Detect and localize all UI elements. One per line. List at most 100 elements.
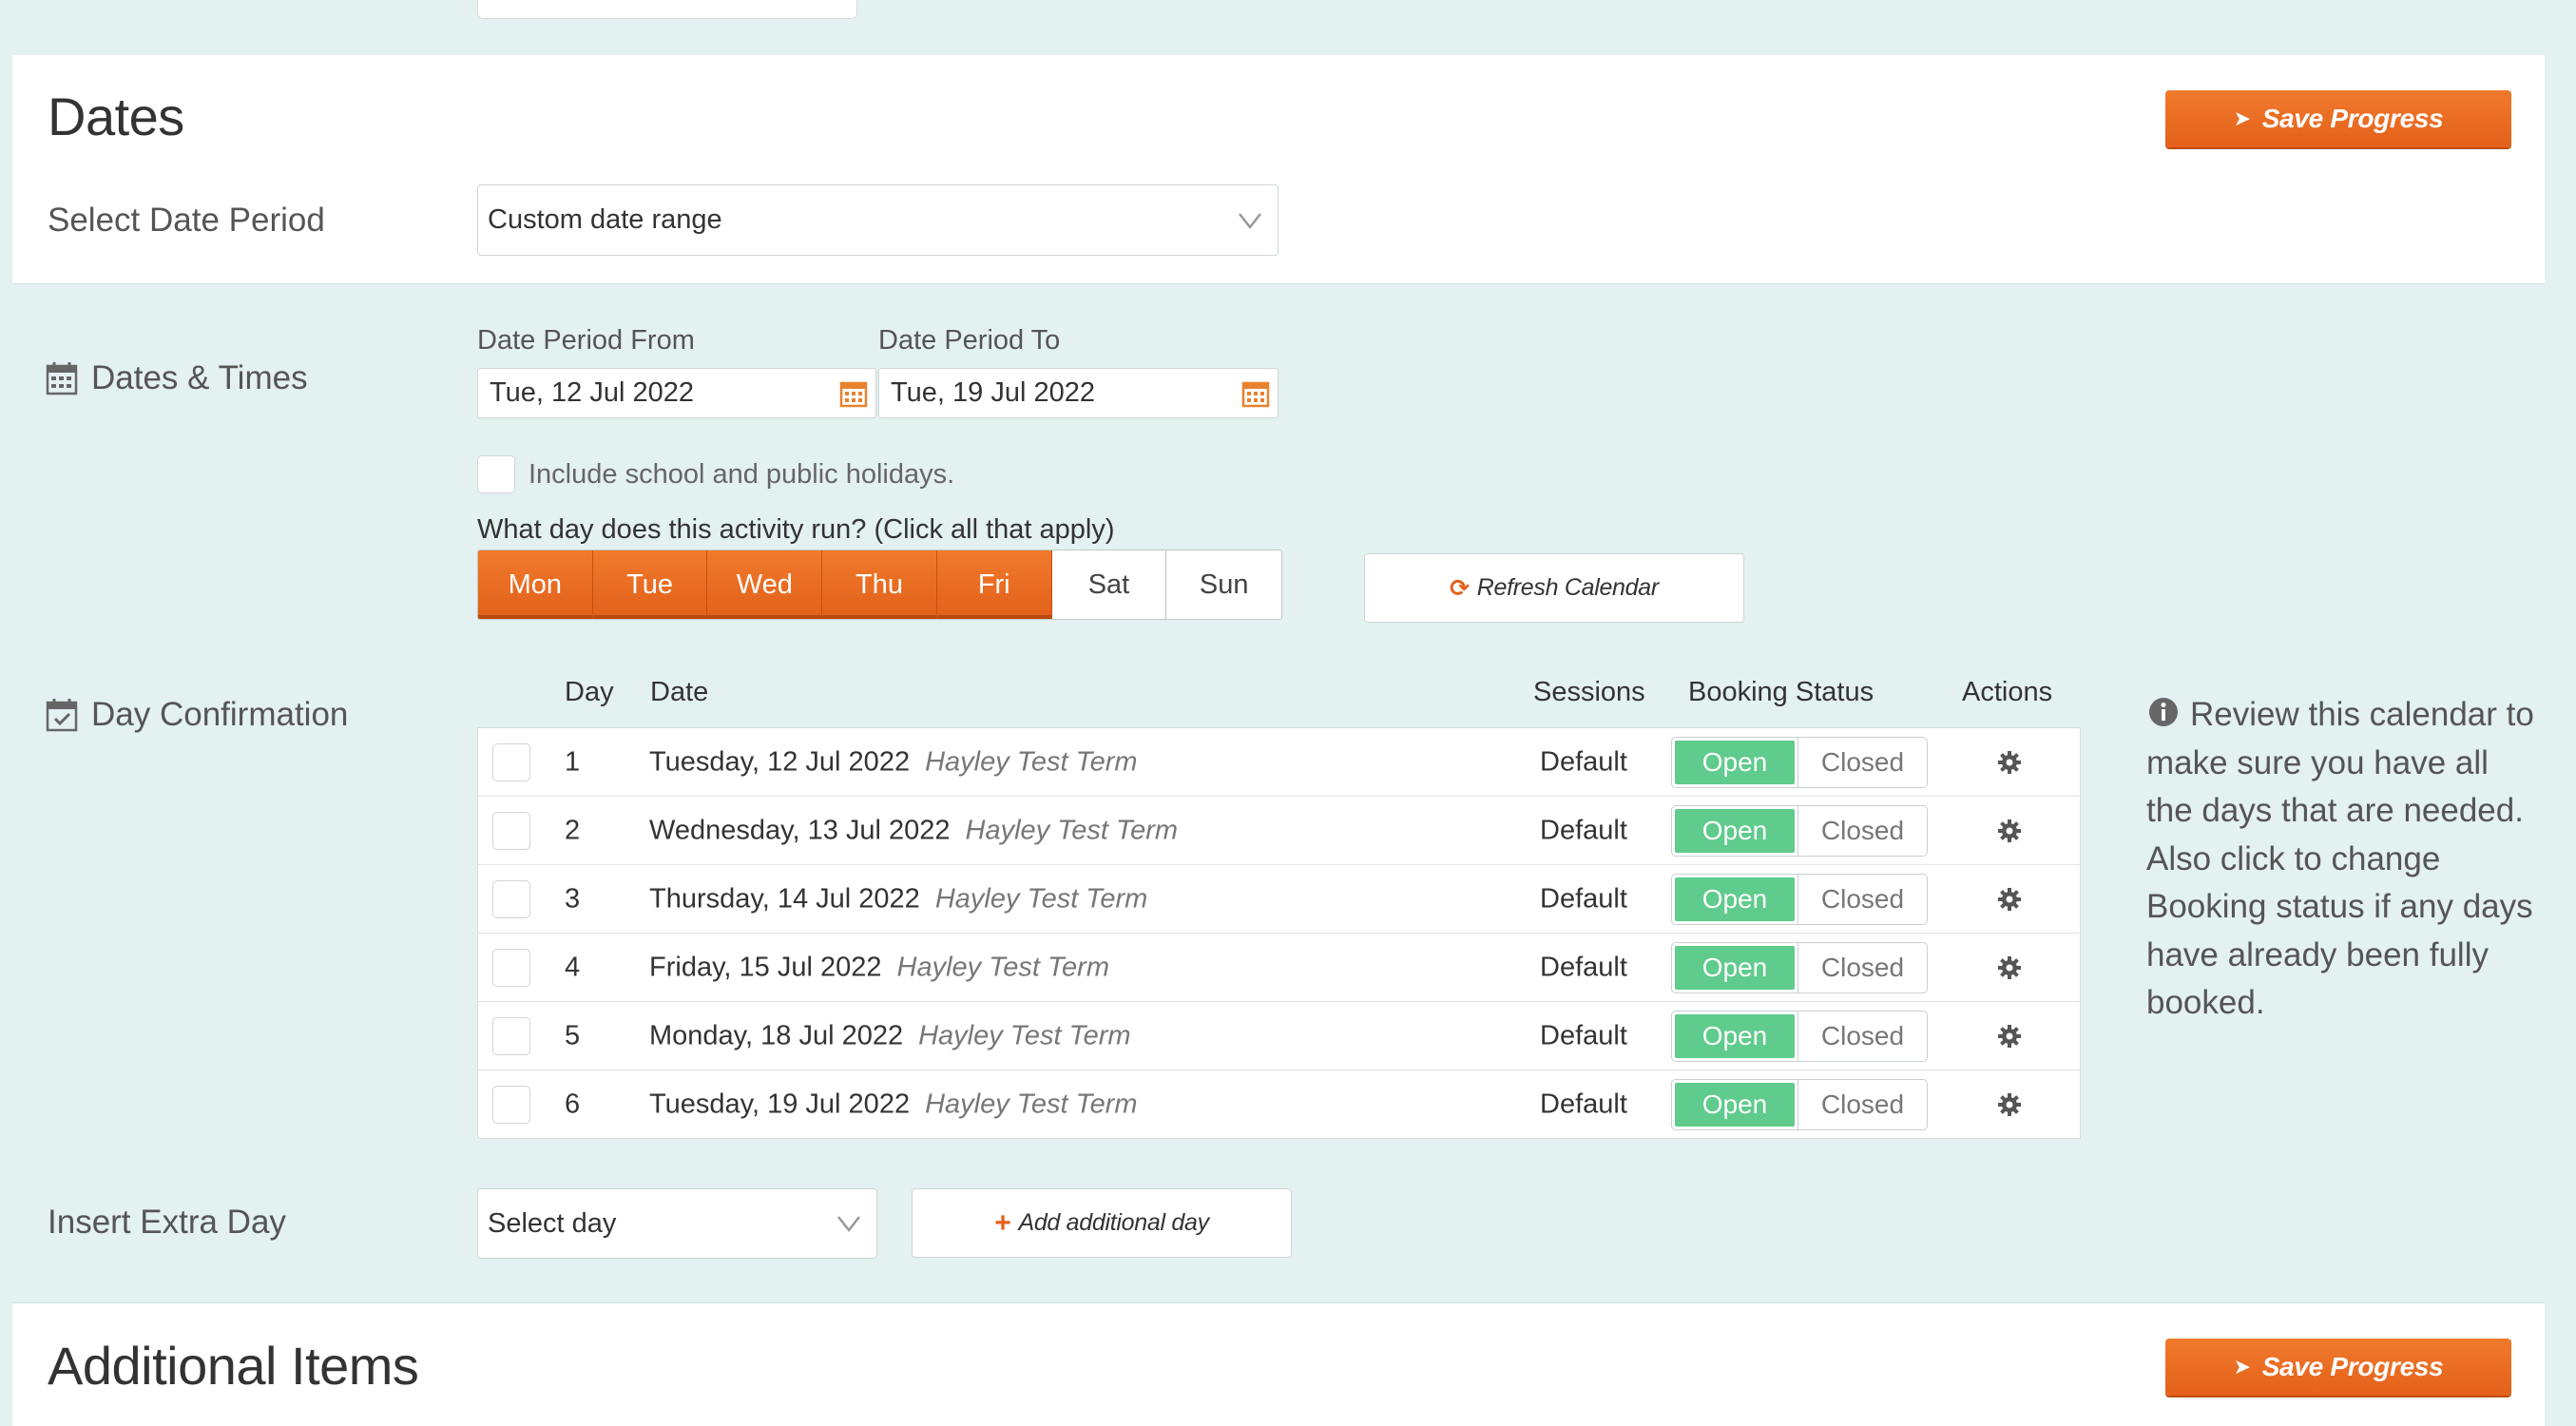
gear-icon[interactable] [1996,1023,2023,1050]
row-date: Friday, 15 Jul 2022 Hayley Test Term [649,952,1109,983]
row-checkbox[interactable] [492,879,530,918]
status-closed-button[interactable]: Closed [1797,942,1927,992]
booking-status-toggle: Open Closed [1671,736,1928,788]
dates-section-title: Dates [48,87,184,146]
chevron-down-icon [1239,212,1261,229]
status-closed-button[interactable]: Closed [1797,1011,1927,1061]
row-day-number: 6 [565,1089,581,1120]
weekday-sun[interactable]: Sun [1166,550,1281,619]
booking-status-toggle: Open Closed [1671,1079,1928,1130]
weekday-wed[interactable]: Wed [707,550,823,619]
row-sessions: Default [1540,952,1627,982]
status-open-button[interactable]: Open [1672,805,1797,856]
row-term: Hayley Test Term [925,1089,1138,1120]
status-open-button[interactable]: Open [1672,737,1797,787]
row-sessions: Default [1540,746,1627,777]
row-checkbox[interactable] [492,1086,530,1124]
row-checkbox[interactable] [492,811,530,850]
column-header-booking-status: Booking Status [1688,677,1874,707]
status-open-button[interactable]: Open [1672,874,1797,924]
status-closed-button[interactable]: Closed [1797,874,1927,924]
refresh-calendar-button[interactable]: ⟳ Refresh Calendar [1364,553,1744,623]
row-checkbox[interactable] [492,742,530,781]
row-sessions: Default [1540,1089,1627,1120]
day-confirmation-label: Day Confirmation [91,696,349,733]
booking-status-toggle: Open Closed [1671,804,1928,857]
row-date-text: Tuesday, 12 Jul 2022 [649,746,911,777]
table-row: 2 Wednesday, 13 Jul 2022 Hayley Test Term… [478,797,2080,865]
weekday-tue[interactable]: Tue [592,550,708,619]
row-sessions: Default [1540,815,1627,845]
weekday-mon[interactable]: Mon [478,550,593,619]
day-confirmation-heading: Day Confirmation [46,696,348,734]
date-period-selected-value: Custom date range [488,204,722,235]
gear-icon[interactable] [1996,886,2023,913]
calendar-icon [46,362,78,395]
save-progress-button-bottom[interactable]: ➤ Save Progress [2165,1339,2511,1396]
table-row: 5 Monday, 18 Jul 2022 Hayley Test Term De… [478,1002,2080,1070]
calendar-icon[interactable] [839,379,868,408]
date-to-label: Date Period To [878,325,1061,356]
table-row: 4 Friday, 15 Jul 2022 Hayley Test Term De… [478,934,2080,1002]
previous-field-stub [477,0,857,19]
table-row: 3 Thursday, 14 Jul 2022 Hayley Test Term … [478,865,2080,934]
row-date-text: Thursday, 14 Jul 2022 [649,883,920,914]
gear-icon[interactable] [1996,1091,2023,1118]
status-closed-button[interactable]: Closed [1797,737,1927,787]
add-additional-day-button[interactable]: + Add additional day [912,1188,1292,1258]
calendar-info: Review this calendar to make sure you ha… [2146,691,2546,1028]
date-period-select[interactable]: Custom date range [477,184,1278,256]
refresh-icon: ⟳ [1450,574,1470,602]
status-open-button[interactable]: Open [1672,1080,1797,1129]
insert-extra-day-label: Insert Extra Day [48,1204,286,1241]
date-to-input[interactable]: Tue, 19 Jul 2022 [878,368,1278,418]
dates-times-heading: Dates & Times [46,359,308,397]
refresh-calendar-label: Refresh Calendar [1476,574,1659,601]
row-term: Hayley Test Term [925,746,1138,777]
row-date-text: Tuesday, 19 Jul 2022 [649,1089,911,1120]
row-date: Tuesday, 19 Jul 2022 Hayley Test Term [649,1089,1138,1121]
status-open-button[interactable]: Open [1672,942,1797,992]
row-date-text: Wednesday, 13 Jul 2022 [649,815,951,845]
arrow-right-icon: ➤ [2233,1355,2251,1378]
extra-day-select[interactable]: Select day [477,1188,877,1259]
holidays-label: Include school and public holidays. [529,459,955,490]
column-header-sessions: Sessions [1533,677,1645,707]
row-checkbox[interactable] [492,948,530,987]
select-date-period-label: Select Date Period [48,202,325,239]
status-open-button[interactable]: Open [1672,1011,1797,1061]
calendar-icon[interactable] [1241,379,1270,408]
status-closed-button[interactable]: Closed [1797,1080,1927,1129]
save-progress-button[interactable]: ➤ Save Progress [2165,90,2511,147]
status-closed-button[interactable]: Closed [1797,805,1927,856]
row-date: Tuesday, 12 Jul 2022 Hayley Test Term [649,746,1138,778]
calendar-check-icon [46,699,78,732]
save-progress-label: Save Progress [2261,104,2444,133]
row-day-number: 4 [565,952,581,982]
row-day-number: 5 [565,1020,581,1050]
add-additional-day-label: Add additional day [1018,1209,1209,1236]
gear-icon[interactable] [1996,954,2023,981]
row-date-text: Friday, 15 Jul 2022 [649,952,882,982]
row-checkbox[interactable] [492,1016,530,1055]
holidays-checkbox[interactable] [477,455,515,493]
date-from-input[interactable]: Tue, 12 Jul 2022 [477,368,876,418]
date-from-value: Tue, 12 Jul 2022 [490,377,694,408]
extra-day-select-value: Select day [488,1207,617,1239]
weekday-fri[interactable]: Fri [936,550,1052,619]
save-progress-label: Save Progress [2261,1352,2444,1381]
plus-icon: + [994,1206,1011,1239]
calendar-info-text: Review this calendar to make sure you ha… [2146,696,2534,1021]
info-circle-icon [2149,698,2178,726]
gear-icon[interactable] [1996,818,2023,844]
arrow-right-icon: ➤ [2233,106,2251,130]
column-header-day: Day [565,677,614,707]
weekday-sat[interactable]: Sat [1051,550,1167,619]
row-term: Hayley Test Term [934,883,1148,914]
row-date-text: Monday, 18 Jul 2022 [649,1020,904,1050]
date-to-value: Tue, 19 Jul 2022 [891,377,1095,408]
weekday-thu[interactable]: Thu [822,550,937,619]
additional-items-title: Additional Items [48,1336,419,1396]
weekday-question: What day does this activity run? (Click … [477,514,1115,545]
gear-icon[interactable] [1996,749,2023,776]
